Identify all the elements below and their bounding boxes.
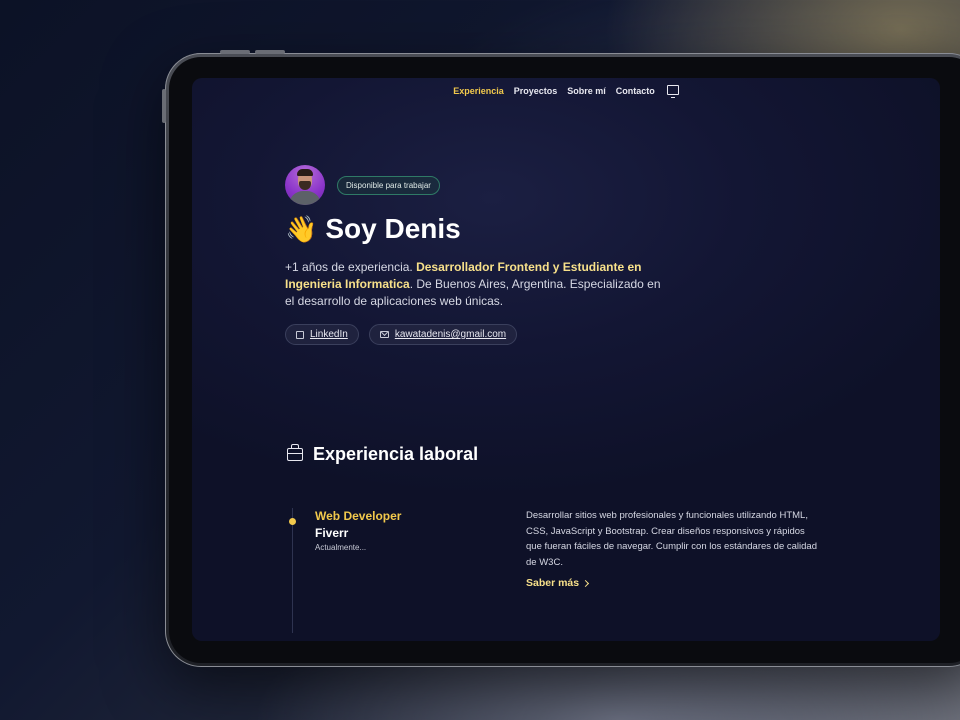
- job-summary: Web Developer Fiverr Actualmente...: [315, 509, 401, 552]
- avatar-beard: [299, 181, 311, 190]
- linkedin-button[interactable]: LinkedIn: [285, 324, 359, 345]
- timeline-dot: [289, 518, 296, 525]
- nav-proyectos[interactable]: Proyectos: [514, 86, 558, 96]
- saber-mas-label: Saber más: [526, 577, 580, 589]
- page-title: 👋 Soy Denis: [285, 213, 665, 245]
- nav-experiencia[interactable]: Experiencia: [453, 86, 504, 96]
- nav-contacto[interactable]: Contacto: [616, 86, 655, 96]
- tablet-screen: Experiencia Proyectos Sobre mí Contacto …: [192, 78, 940, 641]
- tablet-frame: Experiencia Proyectos Sobre mí Contacto …: [162, 50, 960, 667]
- tablet-top-button: [255, 50, 285, 54]
- saber-mas-link[interactable]: Saber más: [526, 576, 821, 592]
- nav-sobre-mi[interactable]: Sobre mí: [567, 86, 606, 96]
- avatar-row: Disponible para trabajar: [285, 165, 665, 205]
- tablet-top-button: [220, 50, 250, 54]
- linkedin-icon: [296, 330, 304, 339]
- avatar: [285, 165, 325, 205]
- experience-heading: Experiencia laboral: [287, 444, 478, 465]
- avatar-body: [289, 191, 321, 205]
- mail-icon: [379, 331, 389, 338]
- experience-heading-text: Experiencia laboral: [313, 444, 479, 464]
- timeline-line: [292, 508, 293, 633]
- job-description: Desarrollar sitios web profesionales y f…: [526, 510, 817, 568]
- job-date: Actualmente...: [315, 543, 367, 552]
- linkedin-label: LinkedIn: [310, 329, 348, 340]
- top-nav: Experiencia Proyectos Sobre mí Contacto: [192, 85, 940, 98]
- email-label: kawatadenis@gmail.com: [394, 329, 507, 340]
- contact-links: LinkedIn kawatadenis@gmail.com: [285, 324, 665, 345]
- tablet-side-button: [162, 89, 166, 123]
- chevron-right-icon: [582, 580, 590, 588]
- job-role: Web Developer: [315, 509, 402, 523]
- title-text: Soy Denis: [325, 213, 461, 244]
- waving-hand-icon: 👋: [285, 214, 318, 244]
- job-description-block: Desarrollar sitios web profesionales y f…: [526, 508, 821, 592]
- monitor-icon[interactable]: [666, 85, 679, 98]
- hero-description: +1 años de experiencia. Desarrollador Fr…: [285, 259, 665, 310]
- job-company: Fiverr: [315, 526, 349, 540]
- email-button[interactable]: kawatadenis@gmail.com: [368, 324, 518, 345]
- hero-section: Disponible para trabajar 👋 Soy Denis +1 …: [285, 165, 665, 345]
- avatar-hair: [297, 169, 313, 176]
- briefcase-icon: [287, 444, 303, 461]
- availability-badge: Disponible para trabajar: [337, 175, 440, 195]
- desc-prefix: +1 años de experiencia.: [285, 260, 417, 274]
